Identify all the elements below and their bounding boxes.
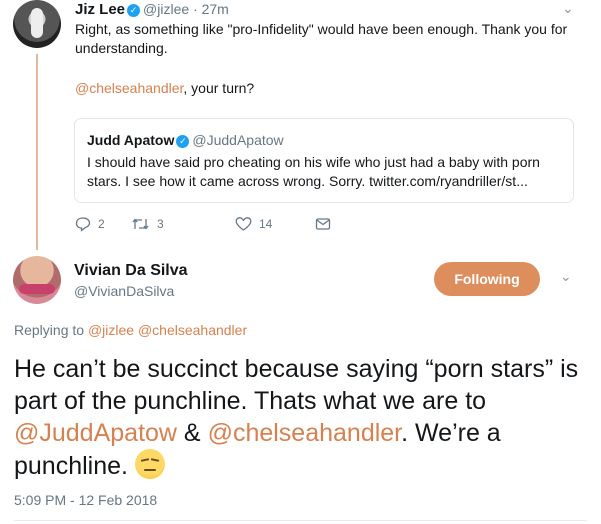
tweet1-mention-link[interactable]: @chelseahandler [75,80,183,96]
retweet-icon [132,218,149,230]
quoted-tweet-card[interactable]: Judd Apatow ✓ @JuddApatow I should have sa… [74,118,574,203]
like-button[interactable]: 14 [235,216,272,232]
unamused-emoji-icon [134,449,165,479]
dm-icon [315,218,331,230]
tweet2-text-part1: He can’t be succinct because saying “por… [14,355,579,415]
quote-handle: @JuddApatow [192,132,284,148]
quote-author-name: Judd Apatow [87,132,175,148]
tweet1-reply-line: @chelseahandler, your turn? [75,80,254,96]
retweet-button[interactable]: 3 [131,216,164,232]
mention-chelseahandler-link[interactable]: @chelseahandler [208,419,402,447]
tweet1-chevron-down-icon[interactable]: ⌄ [562,0,574,17]
verified-badge-icon: ✓ [176,135,190,148]
tweet1-text: Right, as something like "pro-Infidelity… [75,21,568,56]
reply-count: 2 [98,217,105,231]
tweet2-handle[interactable]: @VivianDaSilva [74,283,174,299]
tweet2-author-name[interactable]: Vivian Da Silva [74,262,188,279]
tweet1-time[interactable]: · 27m [193,1,229,17]
tweet2-timestamp[interactable]: 5:09 PM - 12 Feb 2018 [14,492,157,508]
avatar-jiz-lee[interactable] [13,0,61,48]
quote-text: I should have said pro cheating on his w… [87,154,540,189]
retweet-count: 3 [157,217,164,231]
avatar-vivian-da-silva[interactable] [13,256,61,304]
following-button[interactable]: Following [434,262,540,296]
thread-connector-line [36,54,38,250]
direct-message-button[interactable] [315,216,331,232]
reply-button[interactable]: 2 [75,216,105,232]
tweet2-chevron-down-icon[interactable]: ⌄ [560,268,572,285]
quote-header: Judd Apatow ✓ @JuddApatow [87,132,284,148]
tweet2-ampersand: & [176,419,208,447]
verified-badge-icon: ✓ [127,4,141,17]
replying-to-prefix: Replying to [14,322,85,338]
tweet1-header: Jiz Lee ✓ @jizlee · 27m [75,1,229,18]
tweet2-author-name-wrap: Vivian Da Silva [74,262,188,280]
replying-to-handles[interactable]: @jizlee @chelseahandler [88,322,247,338]
tweet1-handle[interactable]: @jizlee [143,1,189,17]
tweet1-after-mention: , your turn? [183,80,255,96]
like-icon [235,217,252,231]
reply-icon [75,217,91,232]
like-count: 14 [259,217,273,231]
divider [14,520,587,521]
replying-to-line: Replying to @jizlee @chelseahandler [14,322,247,338]
tweet1-author-name[interactable]: Jiz Lee [75,1,125,18]
tweet2-text: He can’t be succinct because saying “por… [14,353,589,482]
mention-juddapatow-link[interactable]: @JuddApatow [14,419,177,447]
